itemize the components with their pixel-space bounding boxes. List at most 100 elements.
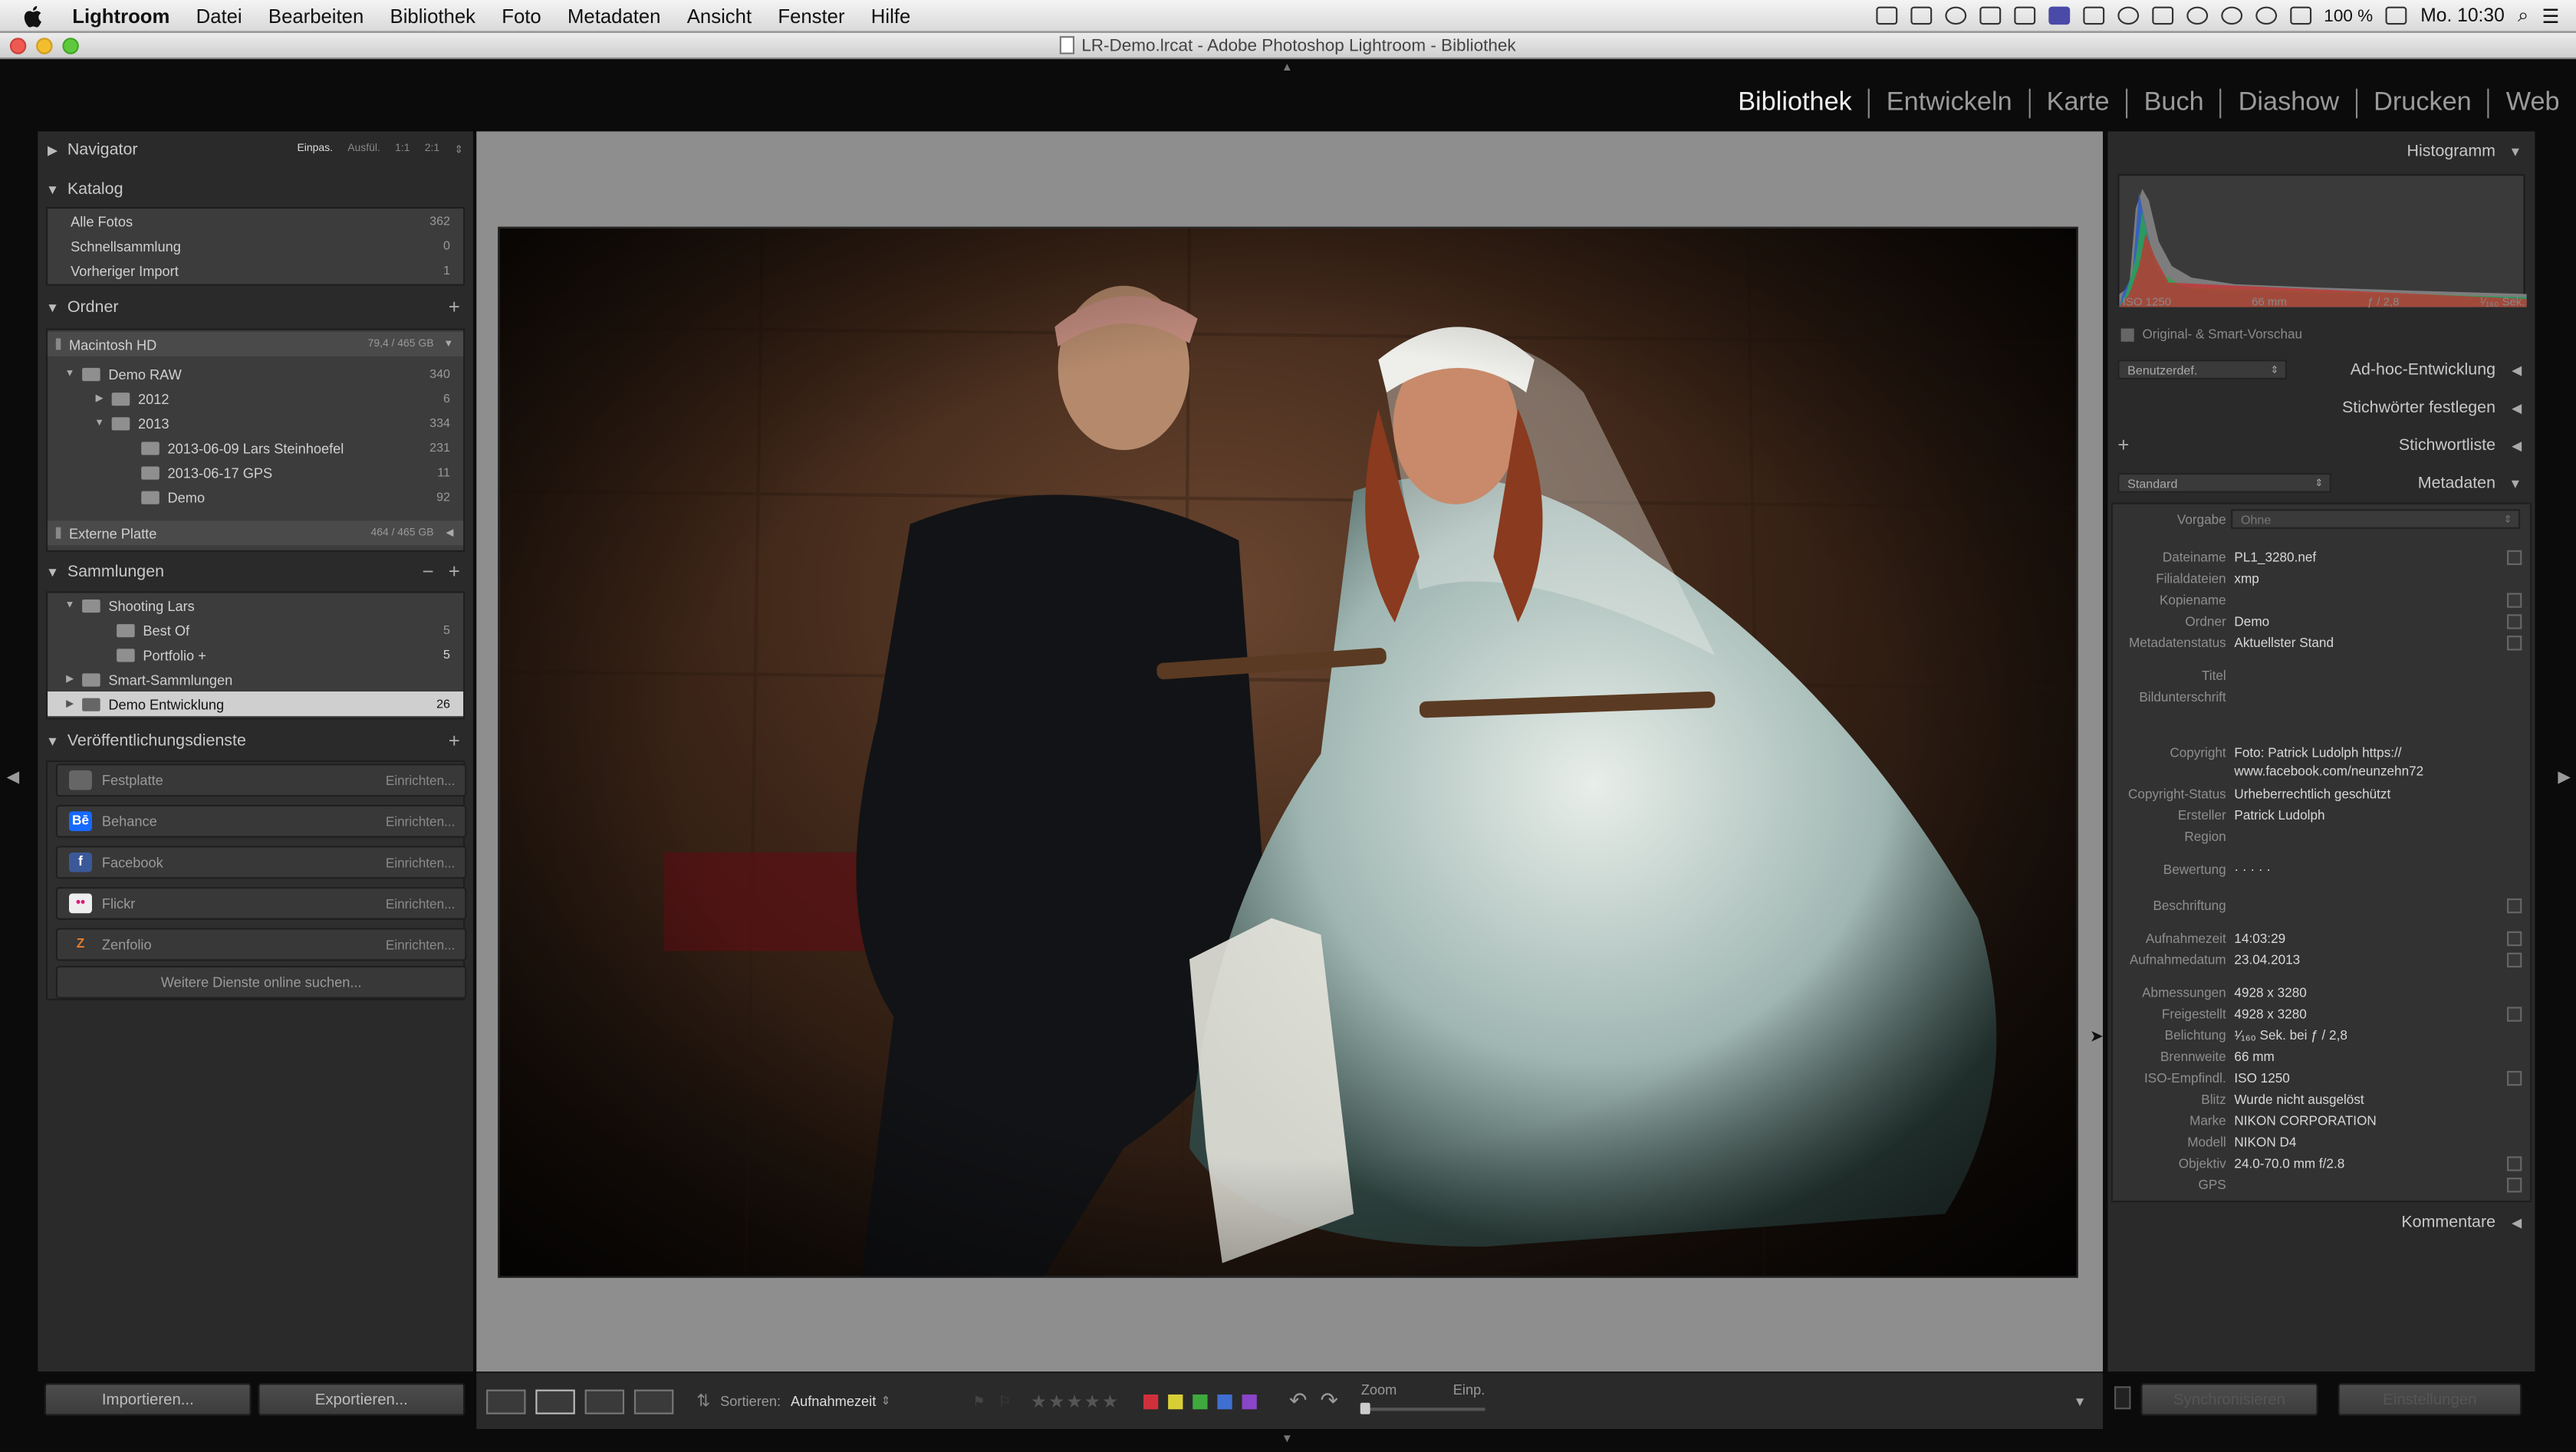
- home-icon[interactable]: [2013, 6, 2035, 25]
- grid-view-icon[interactable]: [486, 1388, 526, 1414]
- preview-checkbox[interactable]: [2120, 327, 2134, 341]
- find-more-services-button[interactable]: Weitere Dienste online suchen...: [55, 965, 467, 999]
- survey-view-icon[interactable]: [633, 1388, 674, 1414]
- metadata-field-value[interactable]: 14:03:29: [2234, 931, 2285, 946]
- top-panel-toggle-icon[interactable]: ▲: [1281, 62, 1293, 74]
- toolbar-options-icon[interactable]: ▼: [2074, 1394, 2087, 1408]
- menu-datei[interactable]: Datei: [183, 4, 255, 27]
- keyword-list-header[interactable]: + Stichwortliste ◀: [2107, 427, 2535, 463]
- rotate-left-icon[interactable]: ↶: [1289, 1388, 1307, 1414]
- folder-2013[interactable]: ▼ 2013 334: [48, 411, 463, 435]
- module-buch[interactable]: Buch: [2127, 88, 2222, 119]
- metadata-field-value[interactable]: xmp: [2234, 572, 2259, 586]
- metadata-row[interactable]: Beschriftung: [2107, 895, 2535, 917]
- zoom-window-button[interactable]: [62, 38, 79, 54]
- bluetooth-status-icon[interactable]: [2220, 6, 2242, 25]
- publish-service-zenfolio[interactable]: Z Zenfolio Einrichten...: [55, 928, 467, 961]
- metadata-row[interactable]: Region: [2107, 826, 2535, 848]
- bottom-panel-toggle-icon[interactable]: ▼: [1281, 1434, 1293, 1445]
- camera-icon[interactable]: [2117, 6, 2139, 25]
- folder-2012[interactable]: ▶ 2012 6: [48, 386, 463, 410]
- import-button[interactable]: Importieren...: [44, 1383, 252, 1416]
- module-web[interactable]: Web: [2489, 89, 2560, 119]
- metadata-row[interactable]: Kopiename: [2107, 590, 2535, 611]
- menu-app-lightroom[interactable]: Lightroom: [59, 4, 183, 27]
- metadata-row[interactable]: Metadatenstatus Aktuellster Stand: [2107, 632, 2535, 654]
- metadata-row[interactable]: Copyright-Status Urheberrechtlich geschüt…: [2107, 783, 2535, 805]
- zoom-slider-handle[interactable]: [1360, 1402, 1371, 1414]
- expand-icon[interactable]: ▶: [62, 698, 77, 710]
- sort-direction-icon[interactable]: ⇅: [696, 1392, 710, 1411]
- publish-service-facebook[interactable]: f Facebook Einrichten...: [55, 846, 467, 879]
- metadata-row[interactable]: Aufnahmezeit 14:03:29: [2107, 928, 2535, 950]
- color-label-red[interactable]: [1143, 1393, 1158, 1409]
- metadata-row[interactable]: Objektiv 24.0-70.0 mm f/2.8: [2107, 1153, 2535, 1174]
- add-keyword-icon[interactable]: +: [2117, 434, 2129, 457]
- metadata-action-icon[interactable]: [2507, 614, 2522, 629]
- metadata-action-icon[interactable]: [2507, 931, 2522, 947]
- metadata-field-value[interactable]: Aktuellster Stand: [2234, 636, 2334, 650]
- add-folder-icon[interactable]: +: [449, 296, 460, 319]
- metadata-action-icon[interactable]: [2507, 1007, 2522, 1022]
- metadata-action-icon[interactable]: [2507, 898, 2522, 914]
- menu-hilfe[interactable]: Hilfe: [858, 4, 924, 27]
- metadata-field-value[interactable]: NIKON CORPORATION: [2234, 1114, 2376, 1128]
- metadata-field-value[interactable]: ISO 1250: [2234, 1071, 2289, 1086]
- volume-dropdown-icon[interactable]: ▼: [443, 339, 453, 349]
- metadata-row[interactable]: GPS: [2107, 1174, 2535, 1196]
- menu-bibliothek[interactable]: Bibliothek: [377, 4, 489, 27]
- rotate-right-icon[interactable]: ↷: [1320, 1388, 1337, 1414]
- zoom-1-1-option[interactable]: 1:1: [395, 143, 410, 156]
- collection-demo-entwicklung[interactable]: ▶ Demo Entwicklung 26: [48, 692, 464, 717]
- collection-set-smart-sammlungen[interactable]: ▶ Smart-Sammlungen: [48, 667, 463, 692]
- close-window-button[interactable]: [9, 38, 27, 54]
- wifi-icon[interactable]: [2255, 6, 2277, 25]
- sync-icon[interactable]: [1944, 6, 1966, 25]
- service-setup-link[interactable]: Einrichten...: [386, 773, 456, 787]
- metadata-row[interactable]: www.facebook.com/neunzehn72: [2107, 760, 2535, 782]
- metadata-action-icon[interactable]: [2507, 550, 2522, 566]
- menu-ansicht[interactable]: Ansicht: [674, 4, 765, 27]
- main-photo[interactable]: [498, 226, 2078, 1278]
- folder-2013-06-09[interactable]: 2013-06-09 Lars Steinhoefel 231: [48, 435, 463, 460]
- collapse-icon[interactable]: ▼: [62, 369, 77, 379]
- histogram-header[interactable]: Histogramm ▼: [2107, 133, 2535, 169]
- katalog-item-vorheriger-import[interactable]: Vorheriger Import 1: [48, 258, 463, 282]
- pen-icon[interactable]: [2082, 6, 2104, 25]
- sync-settings-button[interactable]: Einstellungen: [2337, 1383, 2522, 1416]
- sort-dropdown[interactable]: Aufnahmezeit: [791, 1393, 876, 1409]
- metadata-field-value[interactable]: · · · · ·: [2234, 862, 2271, 877]
- metadata-row[interactable]: Ordner Demo: [2107, 611, 2535, 632]
- color-label-yellow[interactable]: [1167, 1393, 1183, 1409]
- metadata-row[interactable]: Belichtung ¹⁄₁₆₀ Sek. bei ƒ / 2,8: [2107, 1025, 2535, 1046]
- menu-metadaten[interactable]: Metadaten: [554, 4, 674, 27]
- metadata-row[interactable]: Dateiname PL1_3280.nef: [2107, 547, 2535, 568]
- zoom-2-1-option[interactable]: 2:1: [425, 143, 439, 156]
- sammlungen-header[interactable]: ▼ Sammlungen − +: [38, 554, 473, 590]
- metadata-row[interactable]: Aufnahmedatum 23.04.2013: [2107, 949, 2535, 971]
- service-setup-link[interactable]: Einrichten...: [386, 855, 456, 869]
- time-machine-icon[interactable]: [2186, 6, 2208, 25]
- minimize-window-button[interactable]: [36, 38, 53, 54]
- metadata-field-value[interactable]: Urheberrechtlich geschützt: [2234, 787, 2390, 801]
- metadata-field-value[interactable]: NIKON D4: [2234, 1135, 2296, 1149]
- metadata-header[interactable]: Metadaten ▼: [2107, 465, 2535, 501]
- metadata-row[interactable]: Bewertung · · · · ·: [2107, 859, 2535, 881]
- publish-service-flickr[interactable]: •• Flickr Einrichten...: [55, 886, 467, 920]
- right-panel-toggle-icon[interactable]: ▶: [2558, 769, 2571, 787]
- service-setup-link[interactable]: Einrichten...: [386, 937, 456, 951]
- zoom-slider[interactable]: [1360, 1408, 1486, 1411]
- sync-button[interactable]: Synchronisieren: [2140, 1383, 2318, 1416]
- menu-bearbeiten[interactable]: Bearbeiten: [255, 4, 377, 27]
- add-publish-service-icon[interactable]: +: [449, 729, 460, 752]
- service-setup-link[interactable]: Einrichten...: [386, 896, 456, 911]
- metadata-action-icon[interactable]: [2507, 636, 2522, 651]
- publish-service-behance[interactable]: Bē Behance Einrichten...: [55, 804, 467, 838]
- expand-icon[interactable]: ▶: [92, 393, 107, 404]
- katalog-header[interactable]: ▼ Katalog: [38, 171, 473, 207]
- module-drucken[interactable]: Drucken: [2357, 88, 2490, 119]
- publish-header[interactable]: ▼ Veröffentlichungsdienste +: [38, 723, 473, 759]
- sort-dropdown-icon[interactable]: ⇕: [881, 1395, 891, 1408]
- menu-fenster[interactable]: Fenster: [765, 4, 857, 27]
- notification-center-icon[interactable]: ☰: [2542, 4, 2560, 27]
